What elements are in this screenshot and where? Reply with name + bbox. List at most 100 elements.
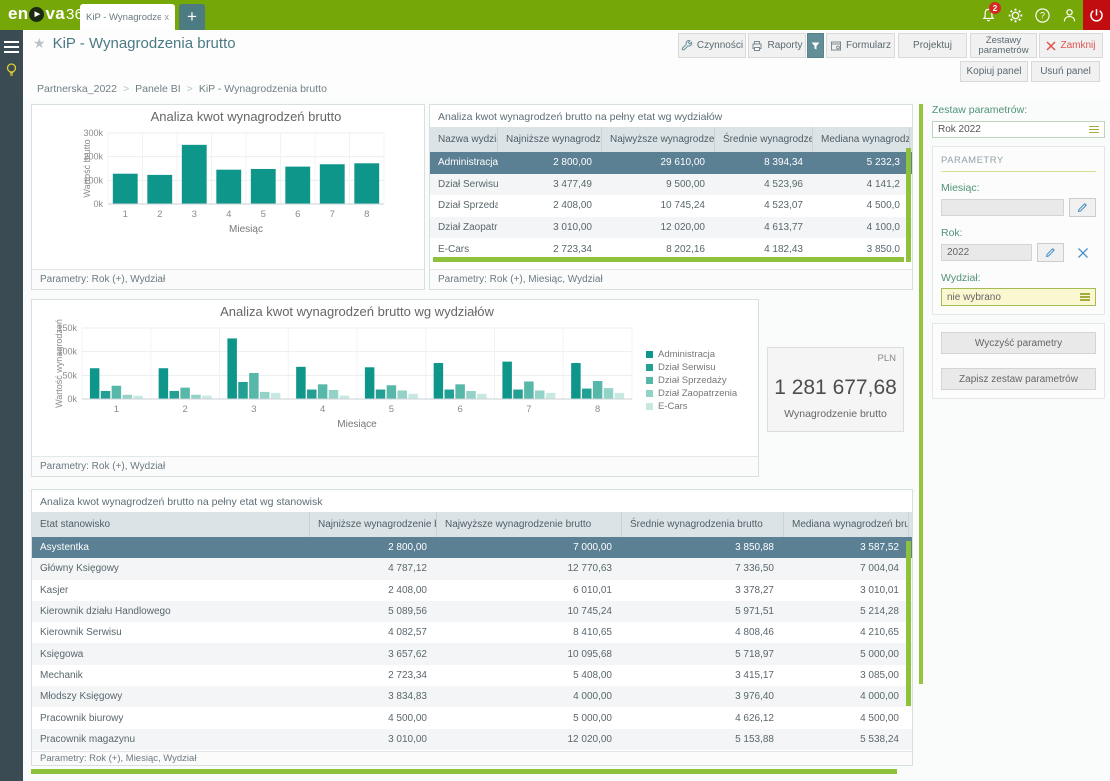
form-button[interactable]: Formularz [826, 33, 895, 58]
department-picker[interactable]: nie wybrano [941, 288, 1096, 306]
column-header[interactable]: Najwyższe wynagrodzenie ... [602, 127, 715, 152]
document-tab[interactable]: KiP - Wynagrodzenia... x [80, 4, 175, 30]
table-row[interactable]: Kierownik działu Handlowego5 089,5610 74… [32, 601, 912, 622]
table-row[interactable]: Asystentka2 800,007 000,003 850,883 587,… [32, 537, 912, 558]
design-button[interactable]: Projektuj [898, 33, 967, 58]
table-cell: Młodszy Księgowy [32, 686, 310, 707]
table-row[interactable]: Kasjer2 408,006 010,013 378,273 010,01 [32, 580, 912, 601]
year-edit-button[interactable] [1037, 243, 1064, 262]
table-row[interactable]: Mechanik2 723,345 408,003 415,173 085,00 [32, 665, 912, 686]
table-cell: 5 153,88 [622, 729, 784, 750]
table-cell: 7 004,04 [784, 558, 909, 579]
table-row[interactable]: Główny Księgowy4 787,1212 770,637 336,50… [32, 558, 912, 579]
help-button[interactable]: ? [1029, 0, 1056, 30]
tab-close-icon[interactable]: x [165, 12, 170, 22]
page-horizontal-scrollbar[interactable] [31, 769, 897, 774]
column-header[interactable]: Nazwa wydziału [430, 127, 498, 152]
column-header[interactable]: Mediana wynagrodzeń [813, 127, 910, 152]
breadcrumb-item[interactable]: Partnerska_2022 [37, 83, 117, 95]
table-cell: 4 100,0 [813, 217, 910, 239]
table-row[interactable]: Księgowa3 657,6210 095,685 718,975 000,0… [32, 643, 912, 664]
month-input[interactable] [941, 199, 1064, 216]
reports-button[interactable]: Raporty [748, 33, 806, 58]
table-cell: 12 770,63 [437, 558, 622, 579]
table-cell: 4 500,00 [310, 707, 437, 728]
logo-play-icon: ▶ [29, 7, 44, 22]
column-header[interactable]: Etat stanowisko [32, 512, 310, 537]
pencil-icon [1077, 202, 1088, 213]
table-row[interactable]: Dział Sprzedaży2 408,0010 745,244 523,07… [430, 195, 912, 217]
delete-panel-button[interactable]: Usuń panel [1031, 61, 1100, 82]
department-label: Wydział: [941, 272, 1096, 284]
funnel-icon [811, 42, 820, 50]
svg-text:6: 6 [295, 209, 300, 220]
column-header[interactable]: Najniższe wynagrodzenie brutto [310, 512, 437, 537]
parameter-set-select[interactable]: Rok 2022 [932, 121, 1105, 138]
column-header[interactable]: Najniższe wynagrodzenie ... [498, 127, 602, 152]
clear-x-icon [1077, 247, 1089, 259]
favorite-star-icon[interactable]: ★ [33, 35, 46, 52]
svg-text:5: 5 [389, 404, 394, 415]
table-row[interactable]: Pracownik magazynu3 010,0012 020,005 153… [32, 729, 912, 750]
copy-panel-button[interactable]: Kopiuj panel [960, 61, 1028, 82]
table-cell: 4 000,00 [784, 686, 909, 707]
year-input[interactable]: 2022 [941, 244, 1032, 261]
column-header[interactable]: Najwyższe wynagrodzenie brutto [437, 512, 622, 537]
positions-table-title: Analiza kwot wynagrodzeń brutto na pełny… [32, 490, 912, 512]
table-cell: 10 745,24 [437, 601, 622, 622]
horizontal-scrollbar[interactable] [433, 257, 904, 262]
svg-text:5: 5 [261, 209, 266, 220]
table-cell: 7 000,00 [437, 537, 622, 558]
table-row[interactable]: Kierownik Serwisu4 082,578 410,654 808,4… [32, 622, 912, 643]
save-parameter-set-button[interactable]: Zapisz zestaw parametrów [941, 368, 1096, 390]
table-cell: 4 523,96 [715, 174, 813, 196]
page-title: KiP - Wynagrodzenia brutto [53, 35, 236, 52]
svg-text:Wartość wynagrodzeń: Wartość wynagrodzeń [54, 319, 64, 408]
table-cell: 4 000,00 [437, 686, 622, 707]
reports-dropdown-button[interactable] [807, 33, 824, 58]
departments-table-title: Analiza kwot wynagrodzeń brutto na pełny… [430, 105, 912, 127]
column-header[interactable]: Średnie wynagrodzenia brutto [622, 512, 784, 537]
actions-button[interactable]: Czynności [678, 33, 746, 58]
close-button[interactable]: Zamknij [1039, 33, 1103, 58]
table-cell: 4 808,46 [622, 622, 784, 643]
departments-bar-chart: Analiza kwot wynagrodzeń brutto wg wydzi… [32, 300, 644, 454]
department-picker-value: nie wybrano [947, 292, 1001, 303]
new-tab-button[interactable]: + [179, 4, 205, 30]
svg-text:300k: 300k [83, 128, 103, 138]
menu-button[interactable] [4, 38, 19, 56]
breadcrumb-item[interactable]: KiP - Wynagrodzenia brutto [199, 83, 327, 95]
table-cell: 4 082,57 [310, 622, 437, 643]
column-header[interactable]: Mediana wynagrodzeń brutto [784, 512, 909, 537]
column-header[interactable]: Średnie wynagrodzenia ... [715, 127, 813, 152]
table-cell: 5 408,00 [437, 665, 622, 686]
notifications-button[interactable]: 2 [975, 0, 1002, 30]
year-clear-button[interactable] [1069, 243, 1096, 262]
legend-label: Dział Sprzedaży [658, 375, 727, 386]
panel-splitter[interactable] [919, 104, 923, 684]
table-cell: Główny Księgowy [32, 558, 310, 579]
user-button[interactable] [1056, 0, 1083, 30]
parameter-actions-box: Wyczyść parametry Zapisz zestaw parametr… [932, 323, 1105, 399]
month-edit-button[interactable] [1069, 198, 1096, 217]
table-row[interactable]: Młodszy Księgowy3 834,834 000,003 976,40… [32, 686, 912, 707]
person-icon [1061, 7, 1078, 24]
parameter-sets-button[interactable]: Zestawyparametrów [970, 33, 1037, 58]
vertical-scrollbar[interactable] [906, 541, 911, 706]
logout-button[interactable] [1083, 0, 1110, 30]
breadcrumb-item[interactable]: Panele BI [135, 83, 181, 95]
settings-button[interactable] [1002, 0, 1029, 30]
svg-text:8: 8 [364, 209, 369, 220]
gear-icon [1007, 7, 1024, 24]
left-sidebar [0, 30, 23, 781]
svg-text:7: 7 [526, 404, 531, 415]
table-row[interactable]: Dział Serwisu3 477,499 500,004 523,964 1… [430, 174, 912, 196]
table-row[interactable]: Administracja2 800,0029 610,008 394,345 … [430, 152, 912, 174]
lightbulb-icon[interactable] [4, 62, 19, 84]
table-row[interactable]: Pracownik biurowy4 500,005 000,004 626,1… [32, 707, 912, 728]
clear-parameters-button[interactable]: Wyczyść parametry [941, 332, 1096, 354]
table-row[interactable]: Dział Zaopatrzeni.3 010,0012 020,004 613… [430, 217, 912, 239]
pencil-icon [1045, 247, 1056, 258]
table-cell: 5 971,51 [622, 601, 784, 622]
vertical-scrollbar[interactable] [906, 148, 911, 262]
